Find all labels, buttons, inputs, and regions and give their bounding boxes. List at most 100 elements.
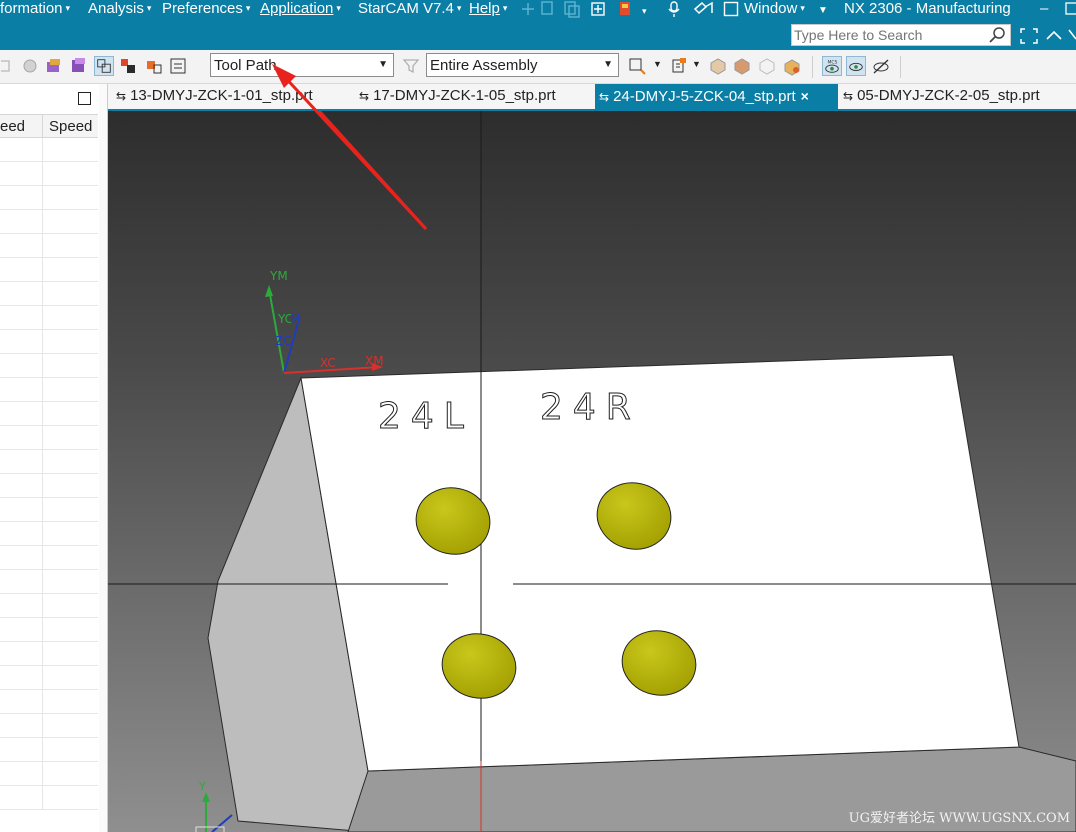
select-component-icon[interactable]	[44, 56, 64, 76]
table-row[interactable]	[0, 426, 98, 450]
menu-starcam-label: StarCAM V7.4	[358, 0, 454, 17]
table-row[interactable]	[0, 138, 98, 162]
table-row[interactable]	[0, 450, 98, 474]
column-feed[interactable]: eed	[0, 118, 25, 135]
touch-mode-icon[interactable]	[693, 0, 715, 18]
microphone-icon[interactable]	[665, 0, 683, 18]
select-body-icon[interactable]	[20, 56, 40, 76]
show-mcs-icon[interactable]: MCS	[822, 56, 842, 76]
selection-intent-icon[interactable]	[671, 56, 691, 76]
filter-active-icon[interactable]	[94, 56, 114, 76]
table-row[interactable]	[0, 186, 98, 210]
maximize-panel-icon[interactable]	[78, 92, 91, 105]
table-row[interactable]	[0, 618, 98, 642]
column-divider[interactable]	[42, 115, 43, 139]
cell-divider	[42, 594, 43, 618]
tab-24-dmyj-5-zck-04[interactable]: ⇆ 24-DMYJ-5-ZCK-04_stp.prt ×	[595, 84, 838, 109]
chevron-down-icon: ▼	[603, 59, 613, 70]
menu-information[interactable]: formation ▾	[0, 0, 70, 20]
table-row[interactable]	[0, 738, 98, 762]
show-eye-icon[interactable]	[846, 56, 866, 76]
table-row[interactable]	[0, 570, 98, 594]
table-row[interactable]	[0, 714, 98, 738]
cell-divider	[42, 186, 43, 210]
wireframe-view-icon[interactable]	[732, 56, 752, 76]
table-row[interactable]	[0, 474, 98, 498]
cell-divider	[42, 690, 43, 714]
table-row[interactable]	[0, 306, 98, 330]
axis-label-ym: YM	[269, 269, 288, 283]
table-row[interactable]	[0, 690, 98, 714]
reset-filter-icon[interactable]	[168, 56, 188, 76]
menu-preferences[interactable]: Preferences ▾	[162, 0, 250, 20]
graphics-viewport[interactable]: 24L 24R YM YC M ZC XC XM Y UG爱好者论坛 WWW.U…	[108, 111, 1076, 832]
model-view[interactable]: 24L 24R YM YC M ZC XC XM Y	[108, 111, 1076, 832]
table-row[interactable]	[0, 258, 98, 282]
column-speed[interactable]: Speed	[49, 118, 92, 135]
search-input[interactable]	[794, 26, 984, 44]
table-row[interactable]	[0, 546, 98, 570]
cell-divider	[42, 474, 43, 498]
search-box[interactable]	[791, 24, 1011, 46]
collapse-ribbon-icon[interactable]	[1045, 27, 1063, 45]
table-row[interactable]	[0, 354, 98, 378]
chevron-down-icon[interactable]: ▼	[653, 59, 662, 69]
hide-eye-icon[interactable]	[871, 56, 891, 76]
table-row[interactable]	[0, 330, 98, 354]
tab-05-dmyj-zck-2-05[interactable]: ⇆ 05-DMYJ-ZCK-2-05_stp.prt	[839, 84, 1040, 109]
table-row[interactable]	[0, 594, 98, 618]
assembly-view-icon[interactable]	[782, 56, 802, 76]
minimize-button[interactable]: –	[1040, 0, 1048, 17]
menu-help[interactable]: Help ▾	[469, 0, 507, 20]
filter-funnel-icon[interactable]	[401, 56, 421, 76]
close-icon[interactable]: ×	[801, 88, 809, 104]
cell-divider	[42, 642, 43, 666]
cell-divider	[42, 330, 43, 354]
table-row[interactable]	[0, 402, 98, 426]
toolbar-divider	[812, 56, 813, 78]
table-row[interactable]	[0, 378, 98, 402]
record-icon[interactable]	[617, 0, 633, 18]
menu-application[interactable]: Application ▾	[260, 0, 341, 20]
table-row[interactable]	[0, 522, 98, 546]
table-row[interactable]	[0, 282, 98, 306]
axis-label-xc: XC	[320, 356, 336, 370]
app-title: NX 2306 - Manufacturing	[844, 0, 1011, 17]
chevron-down-icon[interactable]: ▼	[692, 59, 701, 69]
select-feature-icon[interactable]	[0, 56, 14, 76]
customize-dropdown-icon[interactable]: ▼	[818, 2, 828, 22]
selection-scope-dropdown[interactable]: Entire Assembly ▼	[426, 53, 619, 77]
fullscreen-icon[interactable]	[1019, 27, 1039, 45]
table-row[interactable]	[0, 234, 98, 258]
axis-label-y: Y	[198, 780, 206, 793]
tab-13-dmyj-zck-1-01[interactable]: ⇆ 13-DMYJ-ZCK-1-01_stp.prt	[112, 84, 313, 109]
hidden-edge-icon[interactable]	[757, 56, 777, 76]
close-icon[interactable]	[1068, 27, 1076, 45]
restore-button[interactable]	[1064, 0, 1076, 18]
panel-scrollbar[interactable]	[99, 84, 107, 832]
menu-analysis[interactable]: Analysis ▾	[88, 0, 151, 20]
table-row[interactable]	[0, 210, 98, 234]
tab-17-dmyj-zck-1-05[interactable]: ⇆ 17-DMYJ-ZCK-1-05_stp.prt	[355, 84, 556, 109]
menu-analysis-label: Analysis	[88, 0, 144, 17]
table-row[interactable]	[0, 162, 98, 186]
table-row[interactable]	[0, 642, 98, 666]
menu-bar: formation ▾ Analysis ▾ Preferences ▾ Applic…	[0, 0, 1076, 22]
window-icon[interactable]	[723, 1, 739, 17]
color-filter-icon[interactable]	[118, 56, 138, 76]
select-solid-icon[interactable]	[68, 56, 88, 76]
chevron-down-icon[interactable]: ▾	[642, 3, 647, 23]
type-filter-dropdown[interactable]: Tool Path ▼	[210, 53, 394, 77]
table-row[interactable]	[0, 666, 98, 690]
chevron-down-icon: ▾	[800, 3, 805, 13]
table-row[interactable]	[0, 762, 98, 786]
menu-starcam[interactable]: StarCAM V7.4 ▾	[358, 0, 461, 20]
table-row[interactable]	[0, 786, 98, 810]
part-file-icon: ⇆	[116, 89, 127, 103]
search-icon[interactable]	[988, 26, 1006, 44]
layer-filter-icon[interactable]	[144, 56, 164, 76]
shaded-view-icon[interactable]	[708, 56, 728, 76]
table-row[interactable]	[0, 498, 98, 522]
menu-window[interactable]: Window ▾	[744, 0, 805, 20]
snap-point-icon[interactable]	[627, 56, 647, 76]
